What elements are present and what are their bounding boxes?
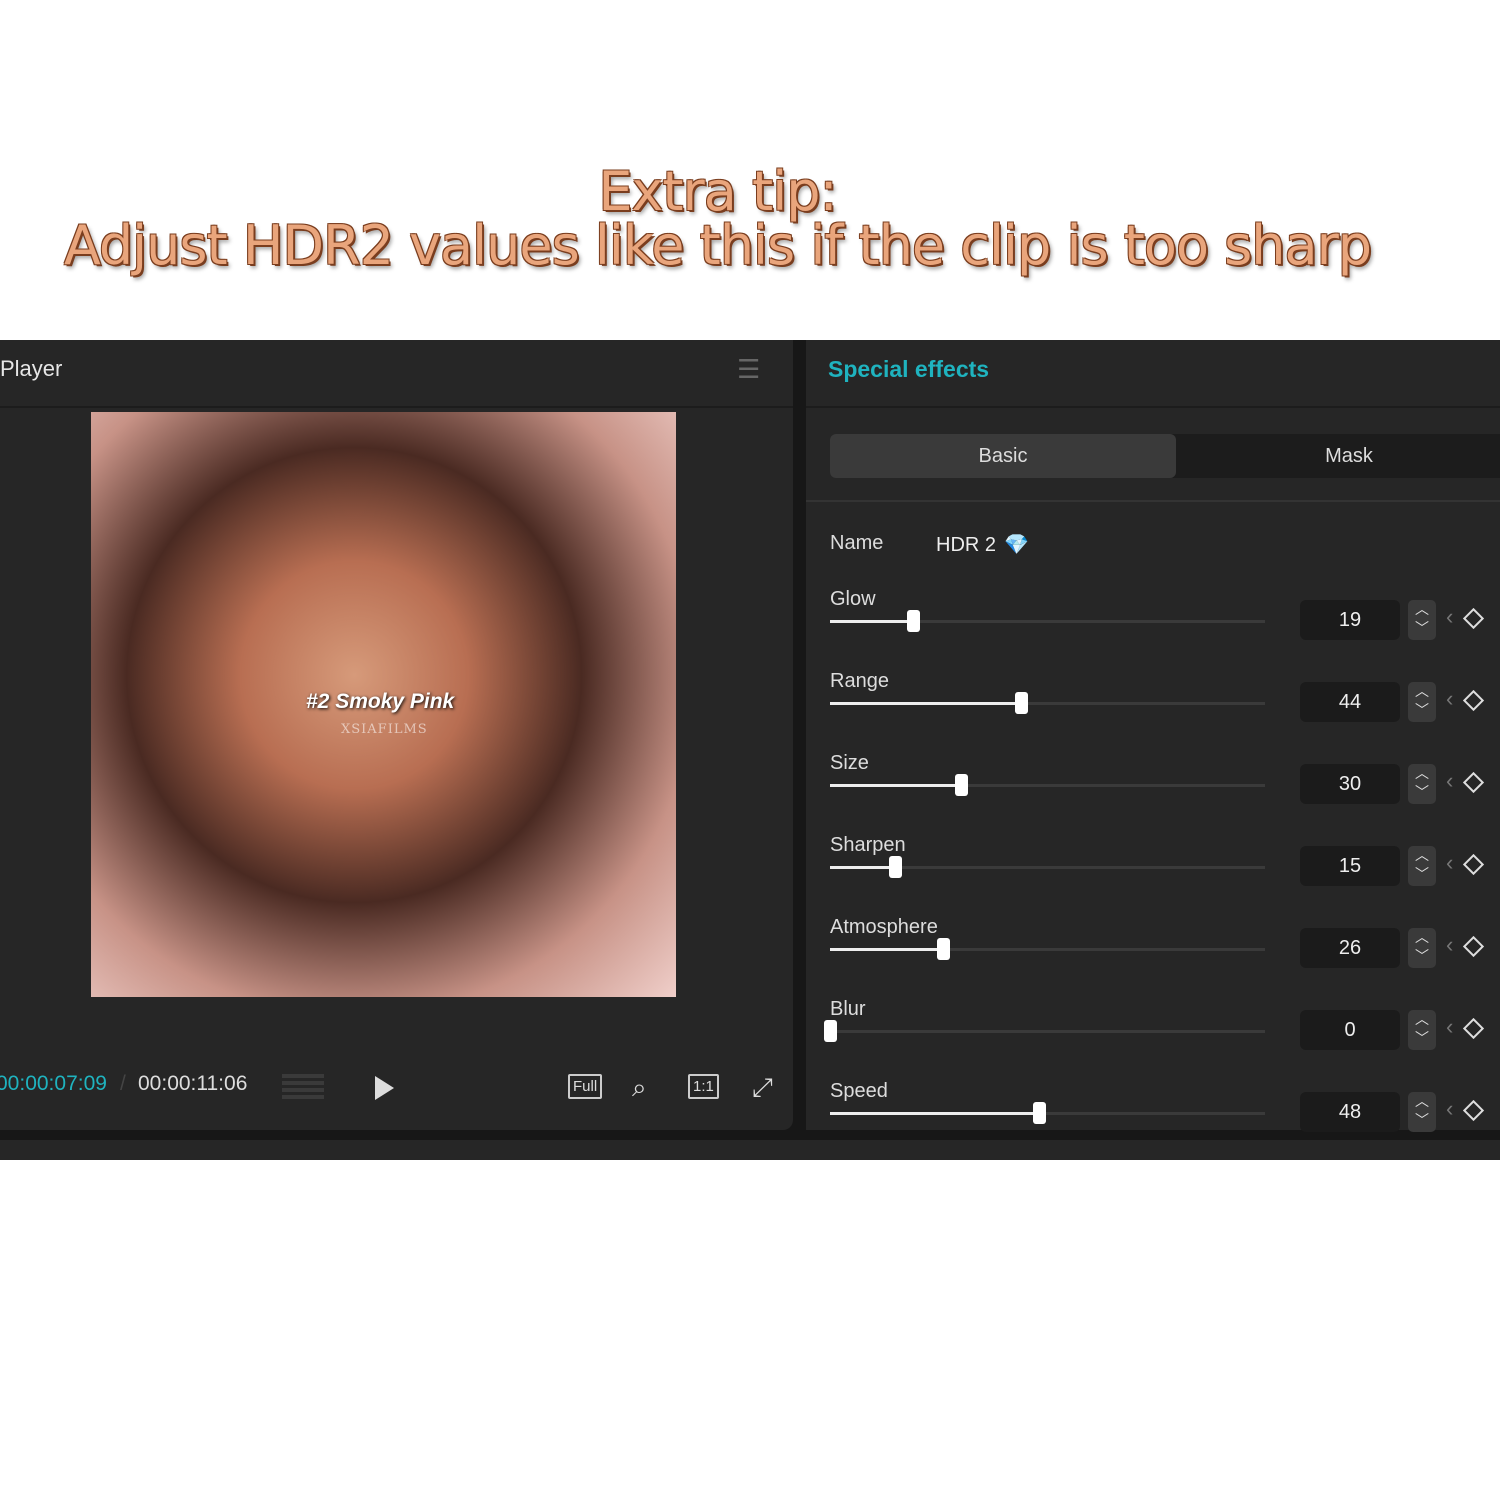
name-label: Name [830,532,884,554]
param-value-input[interactable]: 0 [1300,1010,1400,1050]
ratio-button[interactable]: 1:1 [688,1074,719,1099]
param-label: Range [830,670,889,692]
slider-handle[interactable] [937,938,951,960]
param-slider[interactable] [830,774,1265,796]
param-row-glow: Glow 19 ︿ ﹀ ‹ [806,588,1500,670]
param-slider[interactable] [824,1020,1265,1042]
keyframe-diamond-icon[interactable] [1462,935,1485,958]
menu-icon[interactable]: ☰ [737,356,763,382]
keyframe-diamond-icon[interactable] [1462,1017,1485,1040]
param-slider[interactable] [830,938,1265,960]
prev-keyframe-icon[interactable]: ‹ [1446,768,1453,794]
keyframe-diamond-icon[interactable] [1462,1099,1485,1122]
keyframe-diamond-icon[interactable] [1462,853,1485,876]
full-quality-button[interactable]: Full [568,1074,603,1099]
video-caption: #2 Smoky Pink [306,690,455,713]
param-row-range: Range 44 ︿ ﹀ ‹ [806,670,1500,752]
prev-keyframe-icon[interactable]: ‹ [1446,1014,1453,1040]
tip-text: Adjust HDR2 values like this if the clip… [63,214,1372,277]
keyframe-diamond-icon[interactable] [1462,607,1485,630]
tab-basic[interactable]: Basic [830,434,1176,478]
prev-keyframe-icon[interactable]: ‹ [1446,850,1453,876]
diamond-icon: 💎 [1004,534,1029,556]
param-label: Size [830,752,869,774]
param-row-sharpen: Sharpen 15 ︿ ﹀ ‹ [806,834,1500,916]
param-label: Blur [830,998,866,1020]
zoom-fit-icon[interactable]: ⌕ [632,1072,647,1104]
player-panel: Player ☰ #2 Smoky Pink XSIAFILMS 00:00:0… [0,340,793,1130]
param-value-input[interactable]: 30 [1300,764,1400,804]
param-row-atmosphere: Atmosphere 26 ︿ ﹀ ‹ [806,916,1500,998]
param-label: Glow [830,588,876,610]
tab-mask[interactable]: Mask [1176,434,1500,478]
param-slider[interactable] [830,692,1265,714]
keyframe-diamond-icon[interactable] [1462,771,1485,794]
play-button[interactable] [375,1076,394,1100]
stepper-icon[interactable]: ︿ ﹀ [1408,764,1436,804]
video-preview: #2 Smoky Pink XSIAFILMS [91,412,676,997]
stepper-icon[interactable]: ︿ ﹀ [1408,1092,1436,1132]
slider-handle[interactable] [1032,1102,1046,1124]
prev-keyframe-icon[interactable]: ‹ [1446,686,1453,712]
slider-handle[interactable] [906,610,920,632]
slider-handle[interactable] [954,774,968,796]
time-separator: / [120,1072,126,1095]
param-row-size: Size 30 ︿ ﹀ ‹ [806,752,1500,834]
param-value-input[interactable]: 44 [1300,682,1400,722]
param-label: Atmosphere [830,916,938,938]
param-label: Sharpen [830,834,906,856]
current-time: 00:00:07:09 [0,1072,107,1095]
param-slider[interactable] [830,1102,1265,1124]
stepper-icon[interactable]: ︿ ﹀ [1408,1010,1436,1050]
param-slider[interactable] [830,856,1265,878]
param-value-input[interactable]: 19 [1300,600,1400,640]
param-value-input[interactable]: 26 [1300,928,1400,968]
param-value-input[interactable]: 48 [1300,1092,1400,1132]
param-slider[interactable] [830,610,1265,632]
audio-meter-icon [282,1074,324,1102]
param-label: Speed [830,1080,888,1102]
special-effects-panel: Special effects Basic Mask Name HDR 2 💎 G… [806,340,1500,1132]
editor-app: Player ☰ #2 Smoky Pink XSIAFILMS 00:00:0… [0,340,1500,1160]
slider-handle[interactable] [1015,692,1029,714]
slider-handle[interactable] [889,856,903,878]
prev-keyframe-icon[interactable]: ‹ [1446,604,1453,630]
panel-title: Special effects [806,340,1500,408]
total-time: 00:00:11:06 [138,1072,248,1095]
stepper-icon[interactable]: ︿ ﹀ [1408,928,1436,968]
fullscreen-icon[interactable]: ⤢ [752,1072,773,1104]
player-title: Player [0,356,63,381]
prev-keyframe-icon[interactable]: ‹ [1446,1096,1453,1122]
keyframe-diamond-icon[interactable] [1462,689,1485,712]
stepper-icon[interactable]: ︿ ﹀ [1408,846,1436,886]
watermark: XSIAFILMS [341,722,428,737]
stepper-icon[interactable]: ︿ ﹀ [1408,682,1436,722]
param-row-blur: Blur 0 ︿ ﹀ ‹ [806,998,1500,1080]
slider-handle[interactable] [824,1020,837,1042]
effect-name: HDR 2 [936,534,997,556]
stepper-icon[interactable]: ︿ ﹀ [1408,600,1436,640]
param-value-input[interactable]: 15 [1300,846,1400,886]
timeline-toolbar [0,1140,1500,1160]
prev-keyframe-icon[interactable]: ‹ [1446,932,1453,958]
